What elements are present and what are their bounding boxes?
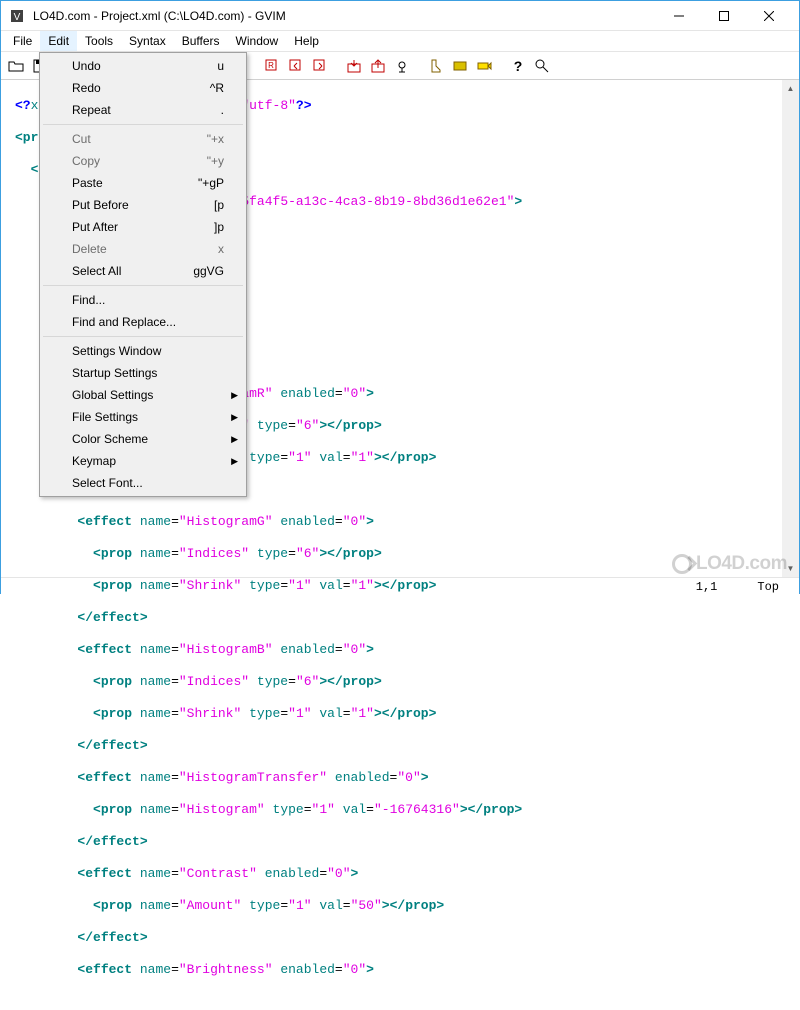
menu-item-undo[interactable]: Undou	[42, 55, 244, 77]
menu-window[interactable]: Window	[228, 31, 287, 51]
menu-item-startup-settings[interactable]: Startup Settings	[42, 362, 244, 384]
titlebar: V LO4D.com - Project.xml (C:\LO4D.com) -…	[1, 1, 799, 31]
menu-item-shortcut: u	[217, 59, 224, 73]
menu-item-label: Copy	[72, 154, 207, 168]
minimize-button[interactable]	[656, 1, 701, 31]
replace-icon[interactable]: R	[261, 55, 283, 77]
menu-item-put-after[interactable]: Put After]p	[42, 216, 244, 238]
ctags-icon[interactable]	[473, 55, 495, 77]
vertical-scrollbar[interactable]: ▲ ▼	[782, 80, 799, 577]
menu-item-label: Undo	[72, 59, 217, 73]
findhelp-icon[interactable]	[531, 55, 553, 77]
menu-item-label: Global Settings	[72, 388, 224, 402]
menu-item-settings-window[interactable]: Settings Window	[42, 340, 244, 362]
menu-item-label: Cut	[72, 132, 207, 146]
menu-item-copy: Copy"+y	[42, 150, 244, 172]
menu-item-file-settings[interactable]: File Settings ▶	[42, 406, 244, 428]
menu-item-label: Find...	[72, 293, 224, 307]
menu-item-label: Paste	[72, 176, 198, 190]
runscript-icon[interactable]	[391, 55, 413, 77]
menu-item-shortcut: ggVG	[193, 264, 224, 278]
window-title: LO4D.com - Project.xml (C:\LO4D.com) - G…	[33, 9, 656, 23]
menu-item-label: Redo	[72, 81, 210, 95]
scroll-track[interactable]	[782, 97, 799, 560]
submenu-arrow-icon: ▶	[231, 412, 238, 423]
menu-syntax[interactable]: Syntax	[121, 31, 174, 51]
menu-item-repeat[interactable]: Repeat.	[42, 99, 244, 121]
maximize-button[interactable]	[701, 1, 746, 31]
gutter	[1, 80, 15, 577]
submenu-arrow-icon: ▶	[231, 456, 238, 467]
menu-item-shortcut: .	[221, 103, 224, 117]
open-icon[interactable]	[5, 55, 27, 77]
menu-item-global-settings[interactable]: Global Settings ▶	[42, 384, 244, 406]
menu-item-find-and-replace[interactable]: Find and Replace...	[42, 311, 244, 333]
menu-item-label: Settings Window	[72, 344, 224, 358]
scroll-up-icon[interactable]: ▲	[782, 80, 799, 97]
menu-item-shortcut: "+x	[207, 132, 224, 146]
menu-item-label: Put After	[72, 220, 214, 234]
menu-item-label: Color Scheme	[72, 432, 224, 446]
menu-item-cut: Cut"+x	[42, 128, 244, 150]
menu-item-label: Select Font...	[72, 476, 224, 490]
menu-item-paste[interactable]: Paste"+gP	[42, 172, 244, 194]
menu-item-label: Startup Settings	[72, 366, 224, 380]
menu-item-select-all[interactable]: Select AllggVG	[42, 260, 244, 282]
findnext-icon[interactable]	[285, 55, 307, 77]
menu-file[interactable]: File	[5, 31, 40, 51]
menu-item-label: Put Before	[72, 198, 214, 212]
findprev-icon[interactable]	[309, 55, 331, 77]
app-icon: V	[9, 8, 25, 24]
menu-item-label: Keymap	[72, 454, 224, 468]
submenu-arrow-icon: ▶	[231, 434, 238, 445]
loadsession-icon[interactable]	[343, 55, 365, 77]
edit-dropdown: UndouRedo^RRepeat.Cut"+xCopy"+yPaste"+gP…	[39, 52, 247, 497]
svg-text:R: R	[268, 61, 274, 70]
menu-item-keymap[interactable]: Keymap ▶	[42, 450, 244, 472]
shell-icon[interactable]	[449, 55, 471, 77]
help-icon[interactable]: ?	[507, 55, 529, 77]
menubar: File Edit Tools Syntax Buffers Window He…	[1, 31, 799, 52]
menu-separator	[43, 285, 243, 286]
menu-help[interactable]: Help	[286, 31, 327, 51]
close-button[interactable]	[746, 1, 791, 31]
menu-item-shortcut: x	[218, 242, 224, 256]
menu-item-shortcut: ]p	[214, 220, 224, 234]
menu-item-redo[interactable]: Redo^R	[42, 77, 244, 99]
menu-item-label: Delete	[72, 242, 218, 256]
menu-item-label: Repeat	[72, 103, 221, 117]
menu-item-shortcut: "+y	[207, 154, 224, 168]
menu-item-put-before[interactable]: Put Before[p	[42, 194, 244, 216]
watermark-icon	[672, 554, 692, 574]
menu-separator	[43, 336, 243, 337]
svg-text:?: ?	[514, 58, 523, 74]
make-icon[interactable]	[425, 55, 447, 77]
menu-item-shortcut: [p	[214, 198, 224, 212]
watermark: LO4D.com	[672, 553, 787, 575]
menu-item-label: Select All	[72, 264, 193, 278]
menu-item-find[interactable]: Find...	[42, 289, 244, 311]
menu-tools[interactable]: Tools	[77, 31, 121, 51]
menu-item-color-scheme[interactable]: Color Scheme ▶	[42, 428, 244, 450]
menu-buffers[interactable]: Buffers	[174, 31, 228, 51]
menu-item-shortcut: "+gP	[198, 176, 224, 190]
menu-item-label: File Settings	[72, 410, 224, 424]
menu-item-label: Find and Replace...	[72, 315, 224, 329]
submenu-arrow-icon: ▶	[231, 390, 238, 401]
savesession-icon[interactable]	[367, 55, 389, 77]
menu-edit[interactable]: Edit	[40, 31, 77, 51]
menu-separator	[43, 124, 243, 125]
menu-item-select-font[interactable]: Select Font...	[42, 472, 244, 494]
svg-text:V: V	[14, 12, 21, 23]
menu-item-delete: Deletex	[42, 238, 244, 260]
menu-item-shortcut: ^R	[210, 81, 224, 95]
